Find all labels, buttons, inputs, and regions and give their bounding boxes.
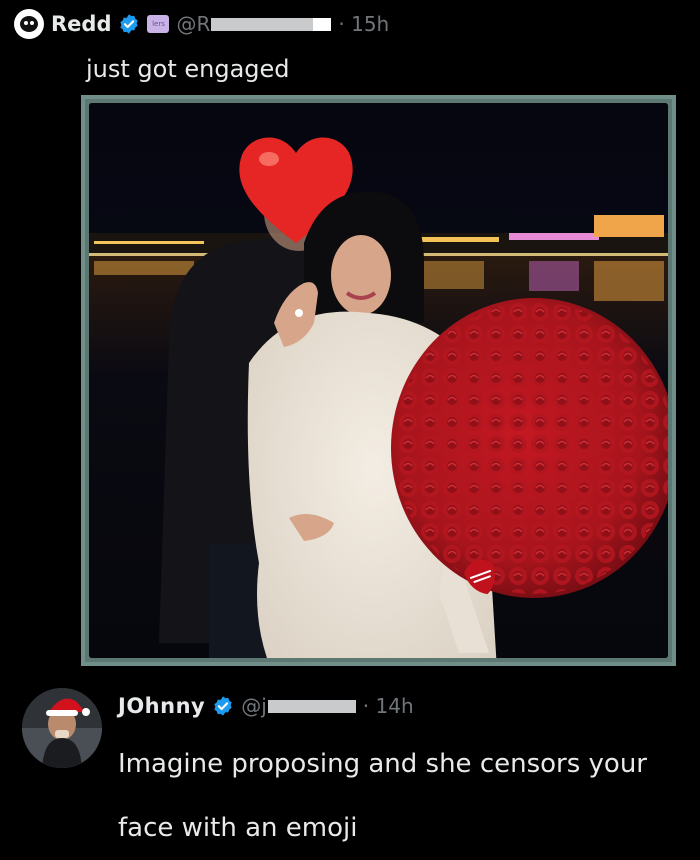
verified-badge-icon — [214, 696, 232, 716]
reply-timestamp[interactable]: · 14h — [363, 694, 414, 718]
redacted-handle-bar — [211, 17, 332, 31]
author-avatar[interactable] — [14, 9, 44, 39]
engagement-photo — [89, 103, 668, 658]
cartoon-face-icon — [20, 16, 38, 32]
reply-header: JOhnny @j · 14h — [118, 694, 414, 718]
post-header: Redd lers @R · 15h — [14, 8, 389, 40]
redacted-handle-bar — [267, 699, 356, 713]
reply-author-name[interactable]: JOhnny — [118, 694, 205, 718]
reply-author-handle[interactable]: @j — [241, 694, 356, 718]
post-image[interactable] — [81, 95, 676, 666]
affiliate-badge-icon[interactable]: lers — [147, 15, 170, 33]
reply-author-avatar[interactable] — [22, 688, 102, 768]
reply-post: JOhnny @j · 14h Imagine proposing and sh… — [0, 680, 700, 843]
santa-hat-avatar-icon — [22, 688, 102, 768]
post-text: just got engaged — [86, 55, 290, 83]
verified-badge-icon — [120, 14, 139, 34]
post-timestamp[interactable]: · 15h — [338, 12, 389, 36]
reply-text: Imagine proposing and she censors your f… — [118, 749, 648, 843]
author-handle[interactable]: @R — [176, 12, 332, 36]
author-name[interactable]: Redd — [51, 12, 111, 36]
